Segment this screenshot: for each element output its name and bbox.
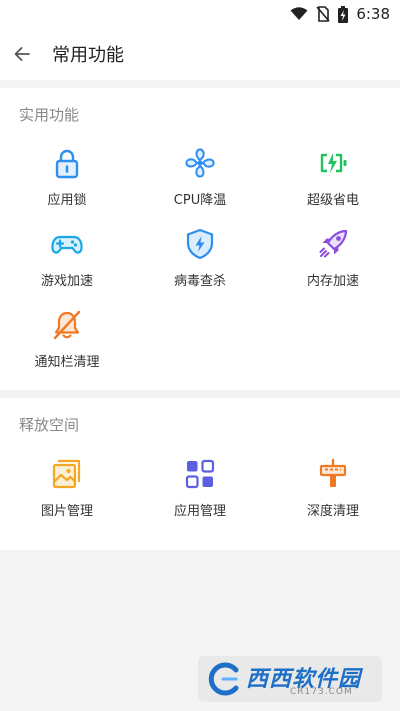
item-label: 超级省电 bbox=[306, 193, 359, 208]
image-icon bbox=[52, 459, 81, 489]
item-label: 游戏加速 bbox=[40, 274, 93, 289]
game-boost-item[interactable]: 游戏加速 bbox=[7, 228, 127, 298]
image-manager-item[interactable]: 图片管理 bbox=[7, 458, 127, 528]
item-label: 应用管理 bbox=[173, 504, 226, 519]
arrow-left-icon bbox=[14, 47, 30, 61]
cpu-cooling-item[interactable]: CPU降温 bbox=[140, 147, 260, 217]
item-label: 深度清理 bbox=[306, 504, 359, 519]
battery-icon bbox=[320, 153, 347, 173]
item-label: 通知栏清理 bbox=[34, 355, 100, 370]
app-bar: 常用功能 bbox=[0, 28, 400, 80]
item-label: 内存加速 bbox=[306, 274, 359, 289]
page-title: 常用功能 bbox=[52, 45, 124, 66]
item-label: 图片管理 bbox=[40, 504, 93, 519]
item-label: CPU降温 bbox=[173, 193, 227, 208]
no-sim-icon bbox=[316, 6, 330, 22]
notification-cleanup-item[interactable]: 通知栏清理 bbox=[7, 309, 127, 379]
back-button[interactable] bbox=[8, 40, 36, 68]
power-saving-item[interactable]: 超级省电 bbox=[273, 147, 393, 217]
section-title: 实用功能 bbox=[19, 106, 80, 124]
memory-boost-item[interactable]: 内存加速 bbox=[273, 228, 393, 298]
gamepad-icon bbox=[51, 235, 83, 254]
shield-icon bbox=[186, 228, 214, 260]
app-manager-item[interactable]: 应用管理 bbox=[140, 458, 260, 528]
deep-clean-item[interactable]: 深度清理 bbox=[273, 458, 393, 528]
item-label: 病毒查杀 bbox=[173, 274, 226, 289]
status-time: 6:38 bbox=[356, 5, 390, 23]
broom-icon bbox=[319, 458, 347, 487]
status-icons: 6:38 bbox=[290, 4, 390, 24]
virus-scan-item[interactable]: 病毒查杀 bbox=[140, 228, 260, 298]
section-utilities: 实用功能 应用锁 CPU降温 超级省电 游戏加速 病毒查杀 内存加速 通知栏清理 bbox=[0, 88, 400, 390]
app-lock-item[interactable]: 应用锁 bbox=[7, 147, 127, 217]
fan-icon bbox=[185, 148, 215, 178]
status-bar: 6:38 bbox=[0, 0, 400, 28]
watermark-logo: 西西软件园 CR173.COM bbox=[198, 656, 382, 702]
cr-logo-icon bbox=[208, 662, 239, 696]
section-title: 释放空间 bbox=[19, 416, 80, 434]
wifi-icon bbox=[290, 7, 308, 20]
bell-off-icon bbox=[53, 310, 81, 340]
rocket-icon bbox=[319, 229, 348, 258]
lock-icon bbox=[55, 149, 79, 179]
app-grid-icon bbox=[185, 459, 215, 489]
battery-charging-icon bbox=[338, 5, 349, 23]
item-label: 应用锁 bbox=[47, 193, 87, 208]
watermark-site: CR173.COM bbox=[290, 687, 353, 697]
section-free-space: 释放空间 图片管理 应用管理 深度清理 bbox=[0, 398, 400, 550]
